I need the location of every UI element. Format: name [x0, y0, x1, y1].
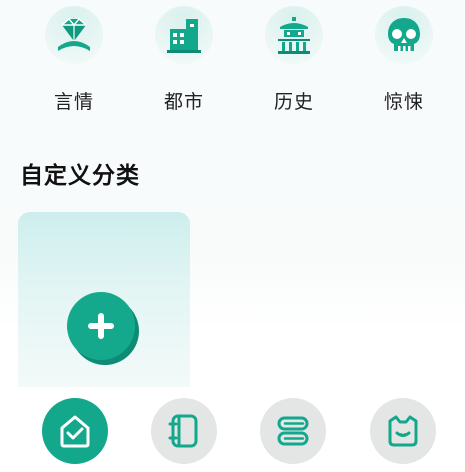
- genre-row: 言情 都市 历史 惊悚: [0, 0, 465, 120]
- nav-profile-button[interactable]: [370, 398, 436, 464]
- home-check-icon: [60, 415, 90, 448]
- genre-label: 言情: [53, 91, 94, 113]
- genre-page: 言情 都市 历史 惊悚 自定义分类: [0, 0, 465, 472]
- book-icon: [168, 414, 198, 448]
- add-category-button[interactable]: [67, 292, 141, 366]
- genre-label: 历史: [273, 91, 314, 113]
- city-buildings-icon: [155, 6, 213, 64]
- nav-home-button[interactable]: [42, 398, 108, 464]
- genre-item-urban[interactable]: 都市: [139, 0, 229, 118]
- section-title: 自定义分类: [20, 163, 140, 189]
- genre-item-romance[interactable]: 言情: [29, 0, 119, 118]
- genre-item-thriller[interactable]: 惊悚: [359, 0, 449, 118]
- genre-item-history[interactable]: 历史: [249, 0, 339, 118]
- skull-icon: [375, 6, 433, 64]
- bear-face-icon: [388, 415, 418, 447]
- genre-label: 都市: [163, 91, 204, 113]
- pagoda-icon: [265, 6, 323, 64]
- list-tags-icon: [277, 416, 309, 446]
- nav-library-button[interactable]: [151, 398, 217, 464]
- nav-category-button[interactable]: [260, 398, 326, 464]
- diamond-ring-icon: [45, 6, 103, 64]
- genre-label: 惊悚: [383, 91, 424, 113]
- bottom-nav: [0, 387, 465, 472]
- plus-icon: [67, 292, 139, 365]
